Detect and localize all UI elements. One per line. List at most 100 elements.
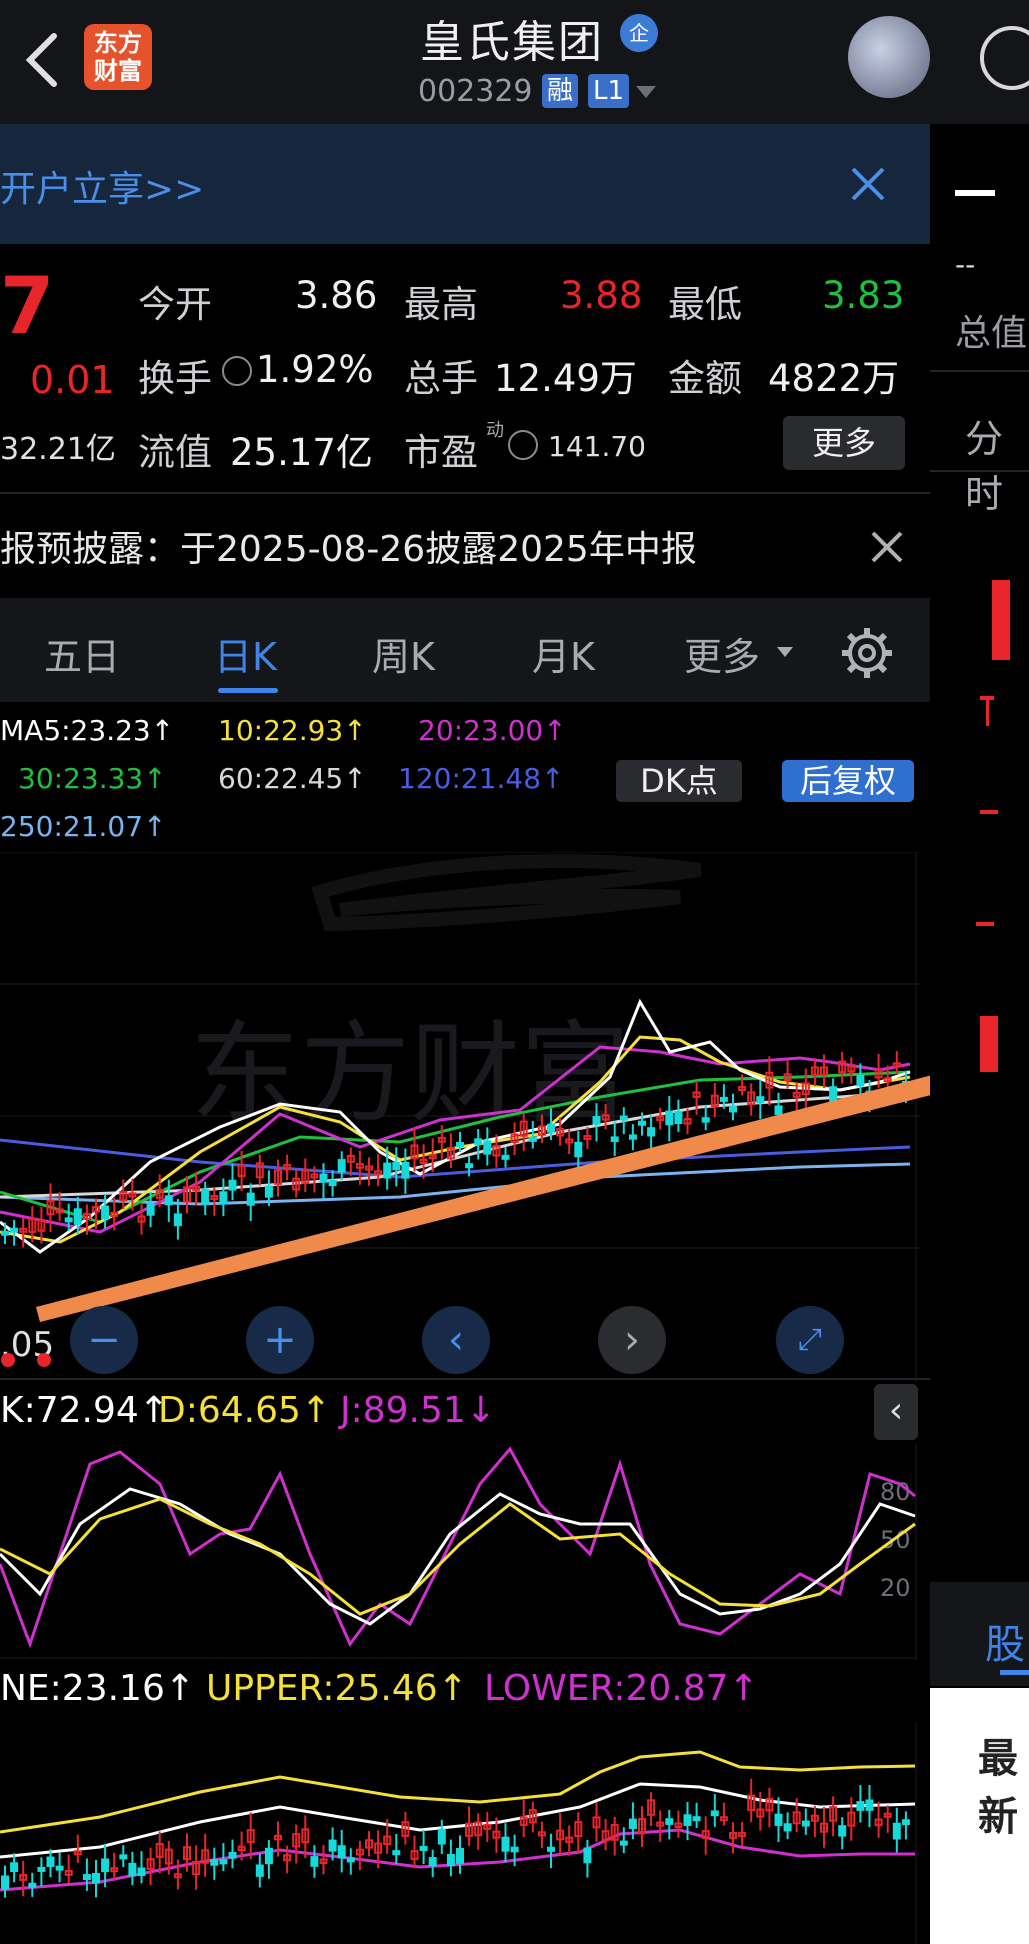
ma10-label: 10:22.93↑ <box>218 714 367 747</box>
candle-body <box>856 1801 865 1811</box>
candle-body <box>264 1847 273 1865</box>
boll-chart[interactable] <box>0 1722 930 1944</box>
tab-more[interactable]: 更多 <box>684 626 760 681</box>
pan-right-button[interactable]: › <box>598 1306 666 1374</box>
candle-body <box>701 1117 710 1123</box>
candle-body <box>838 1825 847 1837</box>
candle-body <box>328 1179 337 1187</box>
candle-body <box>128 1862 137 1877</box>
tab-monthly-k[interactable]: 月K <box>532 626 595 681</box>
candle-body <box>528 1136 537 1142</box>
candle-body <box>547 1846 555 1852</box>
candle-body <box>674 1111 683 1125</box>
tab-daily-k[interactable]: 日K <box>214 626 277 681</box>
tab-five-day[interactable]: 五日 <box>44 626 120 681</box>
candle-body <box>1 1875 9 1890</box>
candle-body <box>510 1846 519 1853</box>
low-label: 最低 <box>668 283 742 326</box>
candle-body <box>829 1086 838 1102</box>
candle-body <box>501 1836 510 1852</box>
candle-body <box>264 1185 273 1198</box>
candle-body <box>101 1205 110 1220</box>
close-icon[interactable] <box>850 166 886 202</box>
caret-down-icon[interactable] <box>634 84 658 100</box>
candle-body <box>82 1874 91 1881</box>
pe-dynamic-mark: 动 <box>486 420 504 441</box>
promo-text[interactable]: 开户立享>> <box>0 160 204 212</box>
candle-body <box>501 1154 510 1160</box>
candle-body <box>173 1213 182 1227</box>
turnover-value: 1.92% <box>256 348 374 391</box>
candle-body <box>392 1162 401 1171</box>
candle-body <box>856 1074 865 1087</box>
high-value: 3.88 <box>560 274 643 317</box>
back-arrow-icon[interactable] <box>22 30 62 90</box>
ma120-label: 120:21.48↑ <box>398 762 565 795</box>
tab-intraday[interactable]: 分时 <box>965 408 1029 518</box>
pan-left-button[interactable]: ‹ <box>422 1306 490 1374</box>
candle-body <box>710 1810 719 1817</box>
candle-body <box>246 1192 255 1206</box>
stock-name: 皇氏集团 <box>420 17 604 68</box>
zoom-out-button[interactable]: − <box>70 1306 138 1374</box>
candle-body <box>619 1840 628 1846</box>
candle-body <box>610 1136 619 1142</box>
candle-body <box>774 1105 783 1115</box>
candle-body <box>892 1822 901 1840</box>
candle-body <box>228 1179 237 1191</box>
close-icon[interactable] <box>870 530 904 564</box>
candle-body <box>10 1862 19 1873</box>
dk-point-button[interactable]: DK点 <box>616 760 742 802</box>
candle-body <box>219 1191 228 1205</box>
active-tab-indicator <box>218 688 278 693</box>
ma250-label: 250:21.07↑ <box>0 810 167 843</box>
fullscreen-icon[interactable]: ⤢ <box>776 1306 844 1374</box>
notice-text[interactable]: 报预披露：于2025-08-26披露2025年中报 <box>0 520 697 572</box>
low-value: 3.83 <box>822 274 905 317</box>
candle-body <box>310 1856 319 1867</box>
boll-upper: UPPER:25.46↑ <box>206 1668 468 1709</box>
gear-icon[interactable] <box>840 626 894 680</box>
market-cap: 32.21亿 <box>0 432 116 467</box>
volume-value: 12.49万 <box>494 357 637 400</box>
candle-body <box>73 1208 82 1225</box>
robot-avatar-icon[interactable] <box>848 16 930 98</box>
kdj-d: D:64.65↑ <box>158 1390 332 1431</box>
candle-body <box>428 1857 437 1867</box>
candle-body <box>164 1195 173 1206</box>
candle-body <box>665 1110 674 1126</box>
candle-body <box>574 1141 583 1158</box>
candle-body <box>783 1823 792 1832</box>
candle-body <box>719 1096 728 1102</box>
candle-body <box>729 1105 737 1113</box>
info-icon[interactable] <box>222 356 252 386</box>
candle-body <box>1 1230 9 1236</box>
candle-body <box>628 1818 637 1830</box>
candle-body <box>92 1872 100 1884</box>
candle-body <box>437 1828 446 1845</box>
amount-value: 4822万 <box>768 357 900 400</box>
pe-label: 市盈 <box>404 431 478 474</box>
info-icon[interactable] <box>508 430 538 460</box>
kline-chart[interactable]: 东方财富 .05 <box>0 852 930 1382</box>
boll-lower: LOWER:20.87↑ <box>484 1668 759 1709</box>
scribble-redaction <box>311 854 702 932</box>
candle-body <box>901 1819 910 1826</box>
candle-body <box>446 1853 455 1867</box>
back-adjusted-button[interactable]: 后复权 <box>782 760 914 802</box>
more-button[interactable]: 更多 <box>783 416 905 470</box>
kdj-chart[interactable]: 80 50 20 <box>0 1444 930 1660</box>
open-label: 今开 <box>138 283 212 326</box>
candle-body <box>774 1813 783 1826</box>
candle-body <box>692 1816 701 1822</box>
margin-tag: 融 <box>542 74 579 108</box>
volume-label: 总手 <box>404 357 478 400</box>
svg-text:20: 20 <box>880 1574 911 1602</box>
tab-stock[interactable]: 股 <box>985 1612 1025 1670</box>
zoom-in-button[interactable]: + <box>246 1306 314 1374</box>
stock-code: 002329 <box>418 74 533 109</box>
price-dash <box>955 190 995 196</box>
candle-body <box>801 1820 810 1827</box>
collapse-panel-button[interactable]: ‹ <box>874 1384 918 1440</box>
tab-weekly-k[interactable]: 周K <box>372 626 435 681</box>
